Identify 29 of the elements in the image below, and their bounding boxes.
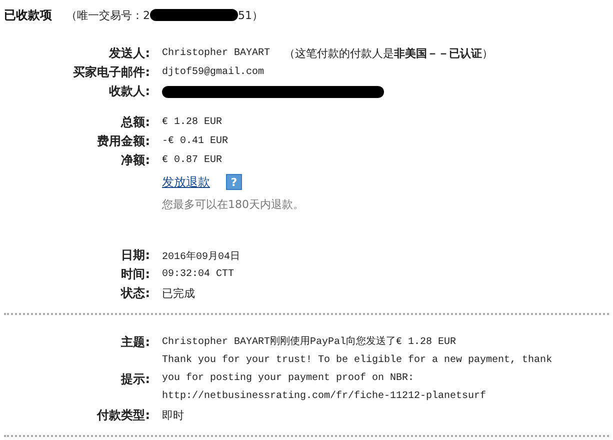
field-label: 时间: [121,266,150,283]
field-label: 日期: [121,247,150,264]
amount-value: € 0.87 EUR [162,155,222,166]
amount-value: -€ 0.41 EUR [162,136,228,147]
field-label: 净额: [121,152,150,169]
field-value: Thank you for your trust! To be eligible for a new payment, thank you for posting your payment proof on NBR: http://netbusinessrating.com/fr/fiche-11212-planetsurf [162,354,554,404]
field-label: 发送人: [109,45,150,62]
payer-note: （这笔付款的付款人是非美国－－已认证） [284,46,494,61]
field-label: 费用金额: [97,133,150,150]
refund-link[interactable]: 发放退款 [162,174,210,190]
field-label: 收款人: [109,83,150,100]
field-label: 主题: [121,334,150,351]
field-value: Christopher BAYART刚刚使用PayPal向您发送了€ 1.28 EUR [162,335,458,350]
field-label: 付款类型: [97,407,150,424]
amount-value: € 1.28 EUR [162,117,222,128]
field-value: 已完成 [162,286,195,301]
transaction-id: （唯一交易号：2 [66,8,150,22]
section-title: 已收款项 [4,6,52,24]
field-label: 买家电子邮件: [73,64,150,81]
field-label: 提示: [121,370,150,388]
field-value: 09:32:04 CTT [162,269,234,280]
field-label: 状态: [121,285,150,302]
field-label: 总额: [121,114,150,131]
transaction-id: 51） [238,8,263,22]
field-value: djtof59@gmail.com [162,67,264,78]
field-value: 2016年09月04日 [162,250,240,262]
refund-note: 您最多可以在180天内退款。 [162,196,304,212]
field-value: 即时 [162,408,184,423]
field-value: Christopher BAYART [162,48,270,59]
